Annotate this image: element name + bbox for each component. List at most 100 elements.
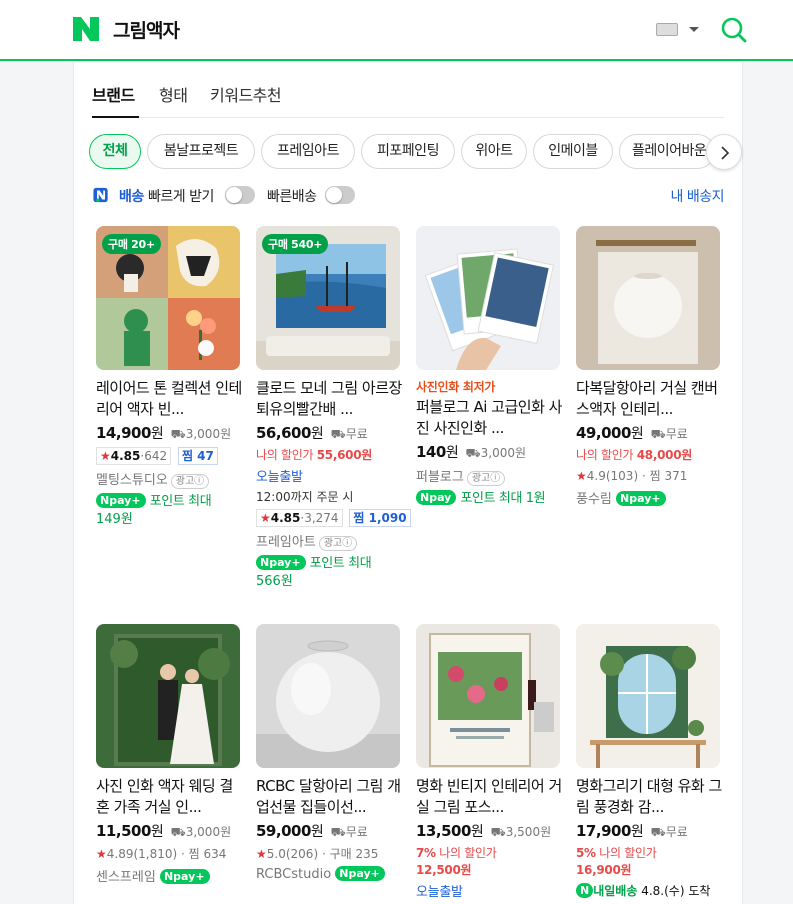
discount-label: 나의 할인가	[439, 846, 497, 860]
chip-pipo[interactable]: 피포페인팅	[361, 134, 455, 169]
chip-inmable[interactable]: 인메이블	[533, 134, 613, 169]
truck-icon: ⛟	[490, 825, 506, 839]
product-image[interactable]: 구매 20+	[96, 226, 240, 370]
mall-name[interactable]: 프레임아트	[256, 535, 316, 550]
rating-box: ★4.85·642	[96, 447, 172, 465]
shipping-fee: 3,000원	[480, 446, 527, 460]
npay-icon: Npay+	[159, 869, 210, 884]
mall-row: 풍수림 Npay+	[576, 488, 722, 507]
ad-badge[interactable]: 광고ⓘ	[170, 474, 210, 489]
rating-value: 4.9	[586, 469, 606, 483]
product-price: 140	[416, 443, 446, 461]
chips-next-button[interactable]	[706, 134, 742, 170]
product-price: 11,500	[96, 822, 151, 840]
npay-icon: Npay+	[335, 866, 385, 881]
today-ship: 오늘출발	[256, 470, 303, 485]
chip-all[interactable]: 전체	[89, 134, 141, 169]
chip-bomnal[interactable]: 봄날프로젝트	[147, 134, 255, 169]
product-title[interactable]: 클로드 모네 그림 아르장퇴유의빨간배 ...	[256, 378, 402, 420]
product-card[interactable]: 사진 인화 액자 웨딩 결혼 가족 거실 인... 11,500원 ⛟3,000…	[96, 624, 242, 885]
star-icon: ★	[96, 847, 107, 861]
mall-row: 멜팅스튜디오 광고ⓘ	[96, 469, 242, 489]
discount-price: 55,600원	[316, 448, 373, 462]
star-icon: ★	[256, 847, 267, 861]
chip-weart[interactable]: 위아트	[461, 134, 527, 169]
mall-name[interactable]: 멜팅스튜디오	[96, 473, 168, 488]
product-card[interactable]: 사진인화 최저가 퍼블로그 Ai 고급인화 사진 사진인화 ... 140원 ⛟…	[416, 226, 562, 508]
product-title[interactable]: 다복달항아리 거실 캔버스액자 인테리...	[576, 378, 722, 420]
product-image[interactable]	[576, 624, 720, 768]
search-icon[interactable]	[720, 16, 748, 44]
discount-percent: 5%	[576, 846, 596, 860]
product-image[interactable]	[416, 624, 560, 768]
product-image[interactable]	[576, 226, 720, 370]
npay-points: Npay 포인트 최대 1원	[416, 490, 562, 508]
discount-price: 12,500원	[416, 863, 472, 877]
product-title[interactable]: 레이어드 톤 컬렉션 인테리어 액자 빈...	[96, 378, 242, 420]
price-unit: 원	[470, 824, 484, 840]
product-image[interactable]	[256, 624, 400, 768]
product-title[interactable]: 명화 빈티지 인테리어 거실 그림 포스...	[416, 776, 562, 818]
price-row: 14,900원 ⛟3,000원	[96, 423, 242, 443]
chip-frameart[interactable]: 프레임아트	[261, 134, 355, 169]
purchase-badge: 구매 540+	[262, 234, 329, 254]
fast-ship-toggle[interactable]	[325, 186, 355, 204]
product-title[interactable]: 퍼블로그 Ai 고급인화 사진 사진인화 ...	[416, 397, 562, 439]
ad-badge[interactable]: 광고ⓘ	[318, 536, 358, 551]
product-image[interactable]	[96, 624, 240, 768]
product-title[interactable]: 명화그리기 대형 유화 그림 풍경화 감...	[576, 776, 722, 818]
lowest-price-tag: 사진인화 최저가	[416, 380, 496, 394]
mall-row: 프레임아트 광고ⓘ	[256, 531, 402, 551]
mall-name[interactable]: 센스프레임	[96, 870, 156, 885]
product-card[interactable]: RCBC 달항아리 그림 개업선물 집들이선... 59,000원 ⛟무료 ★5…	[256, 624, 402, 882]
npay-delivery-icon: N	[576, 883, 594, 898]
product-price: 59,000	[256, 822, 311, 840]
tomorrow-delivery: N 내일배송 4.8.(수) 도착	[576, 882, 722, 900]
today-ship: 오늘출발	[416, 885, 463, 900]
product-price: 17,900	[576, 822, 631, 840]
price-row: 13,500원 ⛟3,500원	[416, 821, 562, 841]
zzim-count: 찜 634	[188, 847, 227, 861]
product-card[interactable]: 명화 빈티지 인테리어 거실 그림 포스... 13,500원 ⛟3,500원 …	[416, 624, 562, 900]
rating-row: ★4.89(1,810) · 찜 634	[96, 847, 227, 861]
zzim-count: 찜 371	[649, 469, 688, 483]
product-card[interactable]: 구매 540+ 클로드 모네 그림 아르장퇴유의빨간배 ... 56,600원 …	[256, 226, 411, 591]
page-title: 그림액자	[113, 20, 180, 42]
tab-brand[interactable]: 브랜드	[92, 82, 135, 106]
product-title[interactable]: RCBC 달항아리 그림 개업선물 집들이선...	[256, 776, 402, 818]
my-delivery-link[interactable]: 내 배송지	[671, 186, 725, 206]
mall-row: 퍼블로그 광고ⓘ	[416, 466, 562, 486]
product-card[interactable]: 다복달항아리 거실 캔버스액자 인테리... 49,000원 ⛟무료 나의 할인…	[576, 226, 722, 507]
product-image[interactable]	[416, 226, 560, 370]
naver-logo-icon[interactable]	[73, 17, 99, 41]
rating-value: 5.0	[266, 847, 286, 861]
ad-badge[interactable]: 광고ⓘ	[466, 471, 506, 486]
tab-keyword[interactable]: 키워드추천	[210, 82, 282, 106]
keyboard-icon[interactable]	[656, 23, 678, 36]
tab-active-underline	[92, 116, 139, 118]
truck-icon: ⛟	[650, 427, 666, 441]
truck-icon: ⛟	[330, 427, 346, 441]
price-row: 11,500원 ⛟3,000원	[96, 821, 242, 841]
mall-name[interactable]: 퍼블로그	[416, 470, 464, 485]
points-amount: 566원	[256, 574, 293, 589]
npay-icon: Npay+	[616, 491, 666, 506]
star-icon: ★	[260, 511, 271, 525]
truck-icon: ⛟	[650, 825, 666, 839]
chip-player[interactable]: 플레이어바운	[619, 134, 715, 169]
product-image[interactable]: 구매 540+	[256, 226, 400, 370]
shipping-fee: 무료	[665, 825, 688, 839]
mall-name[interactable]: RCBCstudio	[256, 867, 331, 882]
product-title[interactable]: 사진 인화 액자 웨딩 결혼 가족 거실 인...	[96, 776, 242, 818]
product-card[interactable]: 구매 20+ 레이어드 톤 컬렉션 인테리어 액자 빈... 14,900원 ⛟…	[96, 226, 242, 529]
price-row: 17,900원 ⛟무료	[576, 821, 722, 841]
chevron-down-icon[interactable]	[689, 27, 699, 32]
mall-name[interactable]: 풍수림	[576, 492, 612, 507]
product-card[interactable]: 명화그리기 대형 유화 그림 풍경화 감... 17,900원 ⛟무료 5% 나…	[576, 624, 722, 900]
delivery-filters: 배송 빠르게 받기 빠른배송 내 배송지	[92, 184, 725, 208]
points-text: 포인트 최대	[309, 556, 372, 571]
fast-receive-toggle[interactable]	[225, 186, 255, 204]
tab-shape[interactable]: 형태	[159, 82, 188, 106]
discount-price: 16,900원	[576, 863, 632, 877]
header-accent-line	[0, 59, 793, 61]
